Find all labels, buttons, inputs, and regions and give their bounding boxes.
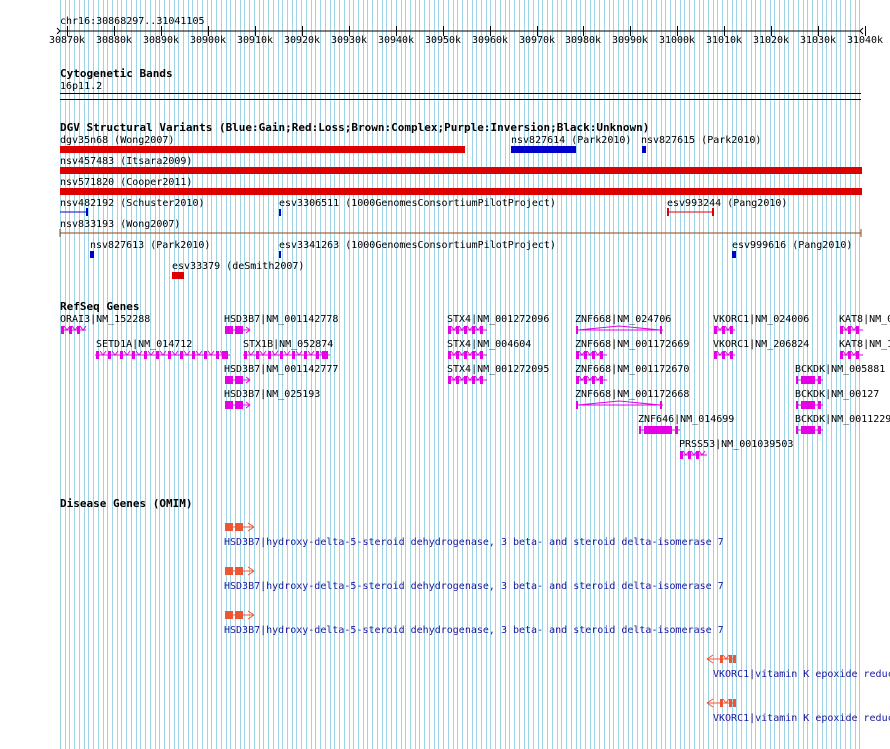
- ruler-tick-label: 30880k: [95, 35, 133, 46]
- omim-glyph-5[interactable]: [706, 697, 740, 709]
- dgv-bar-dgv35n68[interactable]: [60, 146, 465, 153]
- refseq-title: RefSeq Genes: [60, 300, 140, 313]
- omim-label-3[interactable]: HSD3B7|hydroxy-delta-5-steroid dehydroge…: [224, 625, 724, 636]
- gene-model-hsd3b7-c[interactable]: [224, 399, 254, 411]
- omim-label-1[interactable]: HSD3B7|hydroxy-delta-5-steroid dehydroge…: [224, 537, 724, 548]
- ruler-tick-label: 30950k: [424, 35, 462, 46]
- cyto-title: Cytogenetic Bands: [60, 67, 173, 80]
- background-grid: [60, 0, 860, 749]
- ruler-tick-label: 30990k: [611, 35, 649, 46]
- dgv-label-nsv827614[interactable]: nsv827614 (Park2010): [511, 135, 631, 146]
- omim-glyph-3[interactable]: [224, 609, 258, 621]
- ruler-tick-label: 30870k: [48, 35, 86, 46]
- gene-model-bckdk-c[interactable]: [795, 424, 827, 436]
- ruler-tick-label: 31000k: [658, 35, 696, 46]
- ruler-tick-label: 30940k: [377, 35, 415, 46]
- gene-model-kat8-b[interactable]: [839, 349, 867, 361]
- genome-browser-view: chr16:30868297..31041105 30870k 30880k 308…: [0, 0, 890, 749]
- gene-model-bckdk-a[interactable]: [795, 374, 827, 386]
- dgv-label-nsv827615[interactable]: nsv827615 (Park2010): [641, 135, 761, 146]
- gene-model-vkorc1-a[interactable]: [713, 324, 739, 336]
- gene-model-znf668-d[interactable]: [575, 399, 667, 411]
- dgv-bar-nsv827613[interactable]: [90, 251, 94, 258]
- ruler-tick-label: 30960k: [471, 35, 509, 46]
- gene-model-znf646[interactable]: [638, 424, 684, 436]
- dgv-bar-nsv482192[interactable]: [58, 207, 92, 217]
- dgv-label-esv3341263[interactable]: esv3341263 (1000GenomesConsortiumPilotPr…: [279, 240, 556, 251]
- dgv-bar-esv3341263[interactable]: [279, 251, 281, 258]
- ruler-tick-label: 30970k: [518, 35, 556, 46]
- ruler-tick-label: 30900k: [189, 35, 227, 46]
- ruler-tick-label: 31010k: [705, 35, 743, 46]
- ruler-tick-label: 31020k: [752, 35, 790, 46]
- dgv-bar-esv993244[interactable]: [665, 207, 717, 217]
- omim-glyph-4[interactable]: [706, 653, 740, 665]
- gene-model-bckdk-b[interactable]: [795, 399, 827, 411]
- gene-model-prss53[interactable]: [679, 449, 711, 461]
- gene-model-znf668-c[interactable]: [575, 374, 611, 386]
- gene-model-znf668-b[interactable]: [575, 349, 611, 361]
- gene-model-stx4-b[interactable]: [447, 349, 491, 361]
- dgv-bar-nsv457483[interactable]: [60, 167, 862, 174]
- omim-glyph-1[interactable]: [224, 521, 258, 533]
- gene-model-stx4-c[interactable]: [447, 374, 491, 386]
- dgv-bar-esv999616[interactable]: [732, 251, 736, 258]
- dgv-label-nsv827613[interactable]: nsv827613 (Park2010): [90, 240, 210, 251]
- dgv-bar-nsv571820[interactable]: [60, 188, 862, 195]
- dgv-label-nsv457483[interactable]: nsv457483 (Itsara2009): [60, 156, 192, 167]
- gene-model-kat8-a[interactable]: [839, 324, 867, 336]
- gene-model-setd1a[interactable]: [94, 349, 234, 361]
- ruler-tick-label: 30910k: [236, 35, 274, 46]
- ruler-tick-label: 30930k: [330, 35, 368, 46]
- ruler-tick-label: 30890k: [142, 35, 180, 46]
- ruler-tick-label: 30980k: [564, 35, 602, 46]
- cyto-band-line-bottom: [60, 99, 861, 100]
- gene-model-znf668-a[interactable]: [575, 324, 667, 336]
- cyto-band-label[interactable]: 16p11.2: [60, 81, 102, 92]
- cyto-band-line-top: [60, 93, 861, 94]
- dgv-bar-nsv833193[interactable]: [58, 228, 864, 238]
- dgv-label-esv3306511[interactable]: esv3306511 (1000GenomesConsortiumPilotPr…: [279, 198, 556, 209]
- ruler-tick-label: 30920k: [283, 35, 321, 46]
- dgv-bar-nsv827614[interactable]: [511, 146, 576, 153]
- gene-model-stx1b[interactable]: [242, 349, 334, 361]
- ruler-tick-label: 31040k: [846, 35, 884, 46]
- gene-model-stx4-a[interactable]: [447, 324, 491, 336]
- gene-model-vkorc1-b[interactable]: [713, 349, 739, 361]
- omim-label-5[interactable]: VKORC1|vitamin K epoxide reduc: [713, 713, 890, 724]
- omim-title: Disease Genes (OMIM): [60, 497, 193, 510]
- dgv-label-esv33379[interactable]: esv33379 (deSmith2007): [172, 261, 304, 272]
- dgv-label-esv999616[interactable]: esv999616 (Pang2010): [732, 240, 852, 251]
- omim-glyph-2[interactable]: [224, 565, 258, 577]
- dgv-label-dgv35n68[interactable]: dgv35n68 (Wong2007): [60, 135, 174, 146]
- dgv-bar-esv3306511[interactable]: [279, 209, 281, 216]
- omim-label-4[interactable]: VKORC1|vitamin K epoxide reduc: [713, 669, 890, 680]
- ruler-tick-label: 31030k: [799, 35, 837, 46]
- omim-label-2[interactable]: HSD3B7|hydroxy-delta-5-steroid dehydroge…: [224, 581, 724, 592]
- dgv-title: DGV Structural Variants (Blue:Gain;Red:L…: [60, 121, 650, 134]
- dgv-label-nsv571820[interactable]: nsv571820 (Cooper2011): [60, 177, 192, 188]
- gene-model-hsd3b7-b[interactable]: [224, 374, 254, 386]
- dgv-bar-nsv827615[interactable]: [642, 146, 646, 153]
- dgv-bar-esv33379[interactable]: [172, 272, 184, 279]
- gene-model-hsd3b7-a[interactable]: [224, 324, 254, 336]
- gene-model-orai3[interactable]: [60, 324, 90, 336]
